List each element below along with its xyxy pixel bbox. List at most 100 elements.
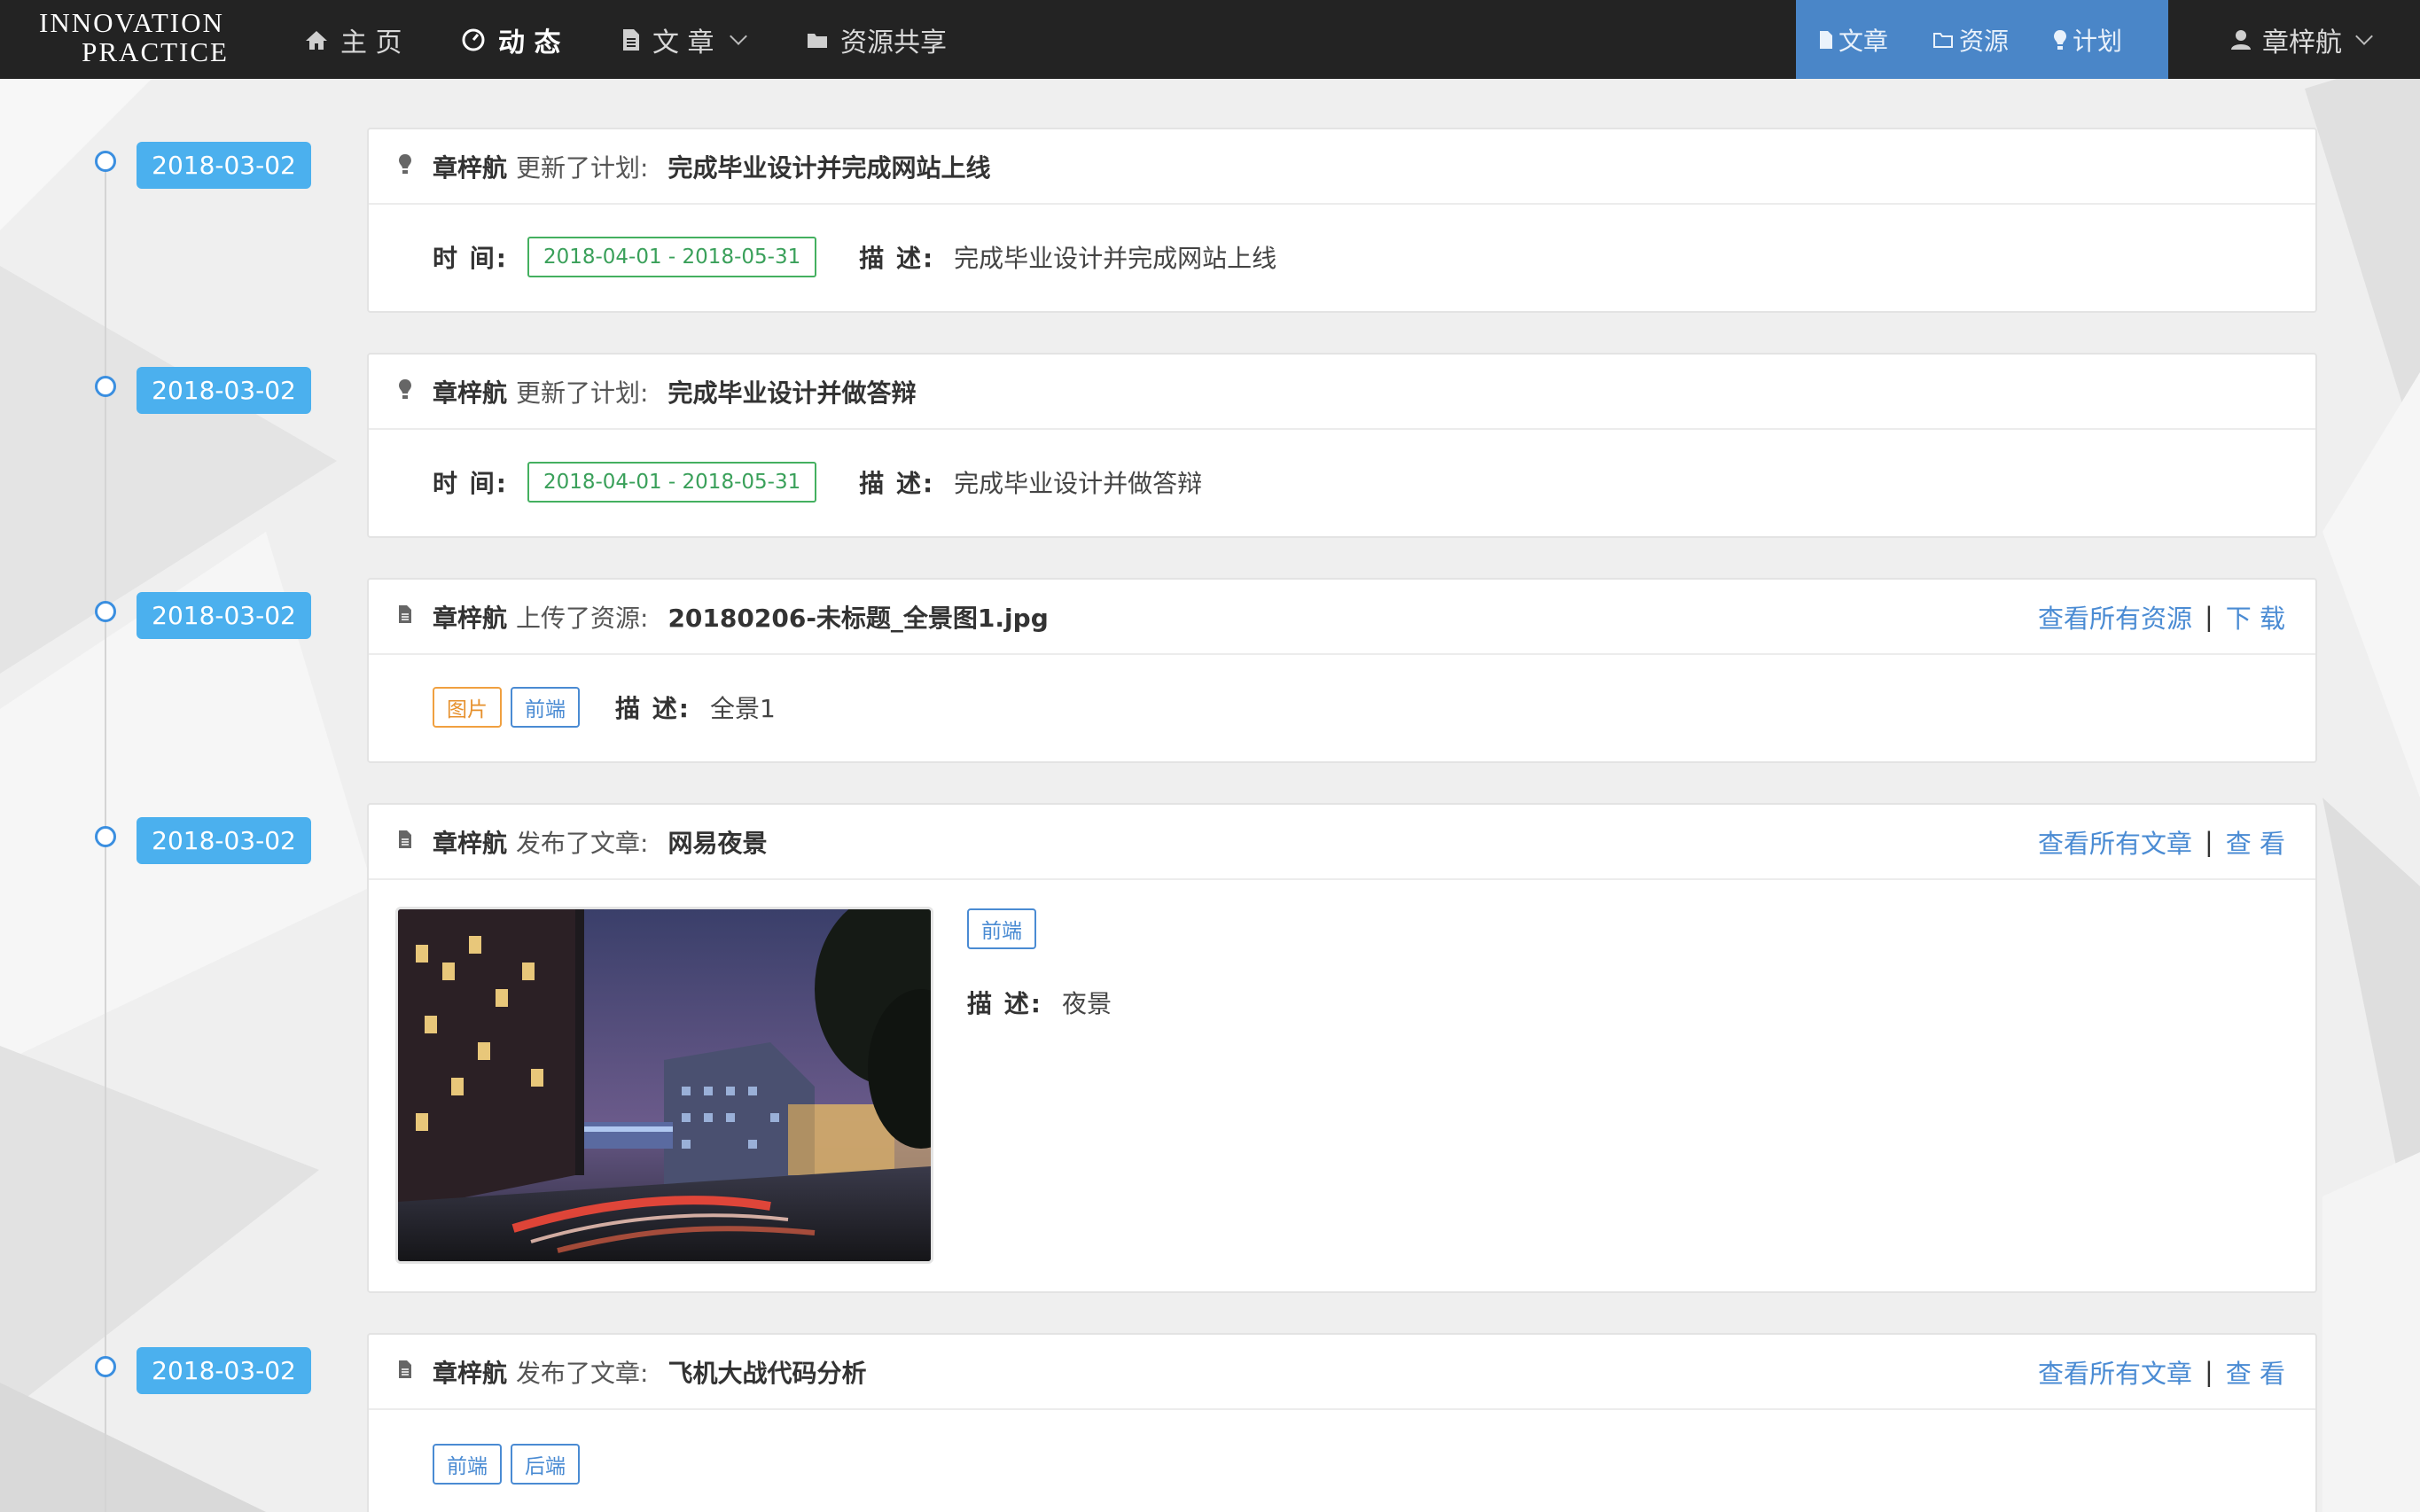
view-link[interactable]: 查 看 <box>2226 1353 2285 1391</box>
date-badge: 2018-03-02 <box>137 367 311 414</box>
link-separator: | <box>2205 601 2213 632</box>
card-header: 章梓航 发布了文章: 飞机大战代码分析 查看所有文章 | 查 看 <box>369 1335 2315 1410</box>
article-thumbnail[interactable] <box>395 907 933 1264</box>
action-text: 发布了文章: <box>516 828 649 858</box>
quick-resource-label: 资源 <box>1959 26 2010 56</box>
plan-details: 时 间: 2018-04-01 - 2018-05-31 描 述: 完成毕业设计… <box>433 205 2285 309</box>
timeline-dot <box>95 1356 116 1377</box>
user-menu[interactable]: 章梓航 <box>2230 0 2373 79</box>
tag-list: 图片 前端 <box>433 687 589 728</box>
logo-line1: INNOVATION <box>39 7 224 38</box>
top-navbar: INNOVATION PRACTICE 主 页 动 态 文 章 资源共享 文章 … <box>0 0 2420 79</box>
timeline-dot <box>95 376 116 397</box>
quick-plan-label: 计划 <box>2073 26 2123 56</box>
card-body: 前端 后端 <box>369 1410 2315 1512</box>
feed-card-article: 章梓航 发布了文章: 网易夜景 查看所有文章 | 查 看 前端 描 述: 夜景 <box>367 803 2317 1293</box>
date-badge: 2018-03-02 <box>137 142 311 189</box>
time-range-tag: 2018-04-01 - 2018-05-31 <box>527 462 817 503</box>
date-badge: 2018-03-02 <box>137 817 311 864</box>
author-name[interactable]: 章梓航 <box>433 149 507 184</box>
date-badge: 2018-03-02 <box>137 592 311 639</box>
resource-title: 20180206-未标题_全景图1.jpg <box>667 603 1049 633</box>
nav-home-label: 主 页 <box>340 27 402 58</box>
quick-resource-button[interactable]: 资源 <box>1932 22 2009 58</box>
article-tags-row: 前端 后端 <box>433 1410 2285 1512</box>
chevron-down-icon <box>2355 27 2373 45</box>
card-header: 章梓航 上传了资源: 20180206-未标题_全景图1.jpg 查看所有资源 … <box>369 580 2315 655</box>
article-title[interactable]: 网易夜景 <box>667 824 767 860</box>
quick-plan-button[interactable]: 计划 <box>2053 22 2122 58</box>
home-icon <box>306 30 327 50</box>
action-text: 发布了文章: <box>516 1358 649 1388</box>
desc-label: 描 述: <box>859 244 935 273</box>
quick-article-button[interactable]: 文章 <box>1819 22 1888 58</box>
user-icon <box>2231 29 2251 50</box>
resource-details: 图片 前端 描 述: 全景1 <box>433 655 2285 760</box>
author-name[interactable]: 章梓航 <box>433 599 507 635</box>
desc-text: 完成毕业设计并完成网站上线 <box>954 244 1277 273</box>
card-header: 章梓航 发布了文章: 网易夜景 查看所有文章 | 查 看 <box>369 805 2315 880</box>
desc-label: 描 述: <box>967 989 1042 1018</box>
folder-open-icon <box>1933 32 1954 48</box>
card-links: 查看所有文章 | 查 看 <box>2038 823 2285 861</box>
view-all-articles-link[interactable]: 查看所有文章 <box>2038 823 2192 861</box>
chevron-down-icon <box>729 27 747 45</box>
author-name[interactable]: 章梓航 <box>433 374 507 409</box>
desc-label: 描 述: <box>859 469 935 498</box>
plan-details: 时 间: 2018-04-01 - 2018-05-31 描 述: 完成毕业设计… <box>433 430 2285 534</box>
feed-card-article: 章梓航 发布了文章: 飞机大战代码分析 查看所有文章 | 查 看 前端 后端 <box>367 1333 2317 1512</box>
card-body: 时 间: 2018-04-01 - 2018-05-31 描 述: 完成毕业设计… <box>369 205 2315 309</box>
tag-badge[interactable]: 前端 <box>967 908 1036 949</box>
card-body: 时 间: 2018-04-01 - 2018-05-31 描 述: 完成毕业设计… <box>369 430 2315 534</box>
feed-card-resource: 章梓航 上传了资源: 20180206-未标题_全景图1.jpg 查看所有资源 … <box>367 578 2317 763</box>
card-header: 章梓航 更新了计划: 完成毕业设计并做答辩 <box>369 355 2315 430</box>
view-all-resources-link[interactable]: 查看所有资源 <box>2038 598 2192 635</box>
site-logo[interactable]: INNOVATION PRACTICE <box>39 7 234 67</box>
card-links: 查看所有资源 | 下 载 <box>2038 598 2285 635</box>
nav-resources-label: 资源共享 <box>840 27 947 58</box>
card-links: 查看所有文章 | 查 看 <box>2038 1353 2285 1391</box>
nav-articles-label: 文 章 <box>652 27 714 58</box>
time-label: 时 间: <box>433 244 508 273</box>
article-desc-row: 描 述: 夜景 <box>967 985 1112 1020</box>
nav-activity-label: 动 态 <box>498 27 561 58</box>
time-label: 时 间: <box>433 469 508 498</box>
nav-home[interactable]: 主 页 <box>305 0 402 79</box>
dashboard-icon <box>462 28 485 51</box>
tag-badge[interactable]: 图片 <box>433 687 502 728</box>
action-text: 上传了资源: <box>516 603 649 633</box>
nav-activity[interactable]: 动 态 <box>461 0 560 79</box>
article-info: 前端 描 述: 夜景 <box>967 907 1112 1264</box>
author-name[interactable]: 章梓航 <box>433 1354 507 1390</box>
nav-resources[interactable]: 资源共享 <box>807 0 947 79</box>
author-name[interactable]: 章梓航 <box>433 824 507 860</box>
timeline-dot <box>95 601 116 622</box>
desc-text: 完成毕业设计并做答辩 <box>954 469 1203 498</box>
link-separator: | <box>2205 1356 2213 1387</box>
desc-text: 全景1 <box>709 694 776 723</box>
file-icon <box>1820 30 1832 49</box>
view-all-articles-link[interactable]: 查看所有文章 <box>2038 1353 2192 1391</box>
nav-articles[interactable]: 文 章 <box>622 0 747 79</box>
article-title[interactable]: 飞机大战代码分析 <box>667 1354 866 1390</box>
download-link[interactable]: 下 载 <box>2226 598 2285 635</box>
plan-title: 完成毕业设计并完成网站上线 <box>667 152 991 183</box>
desc-text: 夜景 <box>1061 989 1112 1018</box>
logo-line2: PRACTICE <box>82 35 229 67</box>
lightbulb-icon <box>395 378 415 405</box>
plan-title: 完成毕业设计并做答辩 <box>667 378 917 408</box>
quick-article-label: 文章 <box>1838 26 1889 56</box>
file-icon <box>623 28 639 51</box>
tag-badge[interactable]: 前端 <box>511 687 580 728</box>
lightbulb-icon <box>2054 29 2067 50</box>
file-icon <box>395 830 415 854</box>
card-body: 图片 前端 描 述: 全景1 <box>369 655 2315 760</box>
tag-badge[interactable]: 后端 <box>511 1444 580 1485</box>
feed-card-plan: 章梓航 更新了计划: 完成毕业设计并完成网站上线 时 间: 2018-04-01… <box>367 128 2317 313</box>
file-icon <box>395 1360 415 1384</box>
tag-badge[interactable]: 前端 <box>433 1444 502 1485</box>
date-badge: 2018-03-02 <box>137 1347 311 1394</box>
view-link[interactable]: 查 看 <box>2226 823 2285 861</box>
timeline-dot <box>95 826 116 847</box>
action-text: 更新了计划: <box>516 378 649 408</box>
